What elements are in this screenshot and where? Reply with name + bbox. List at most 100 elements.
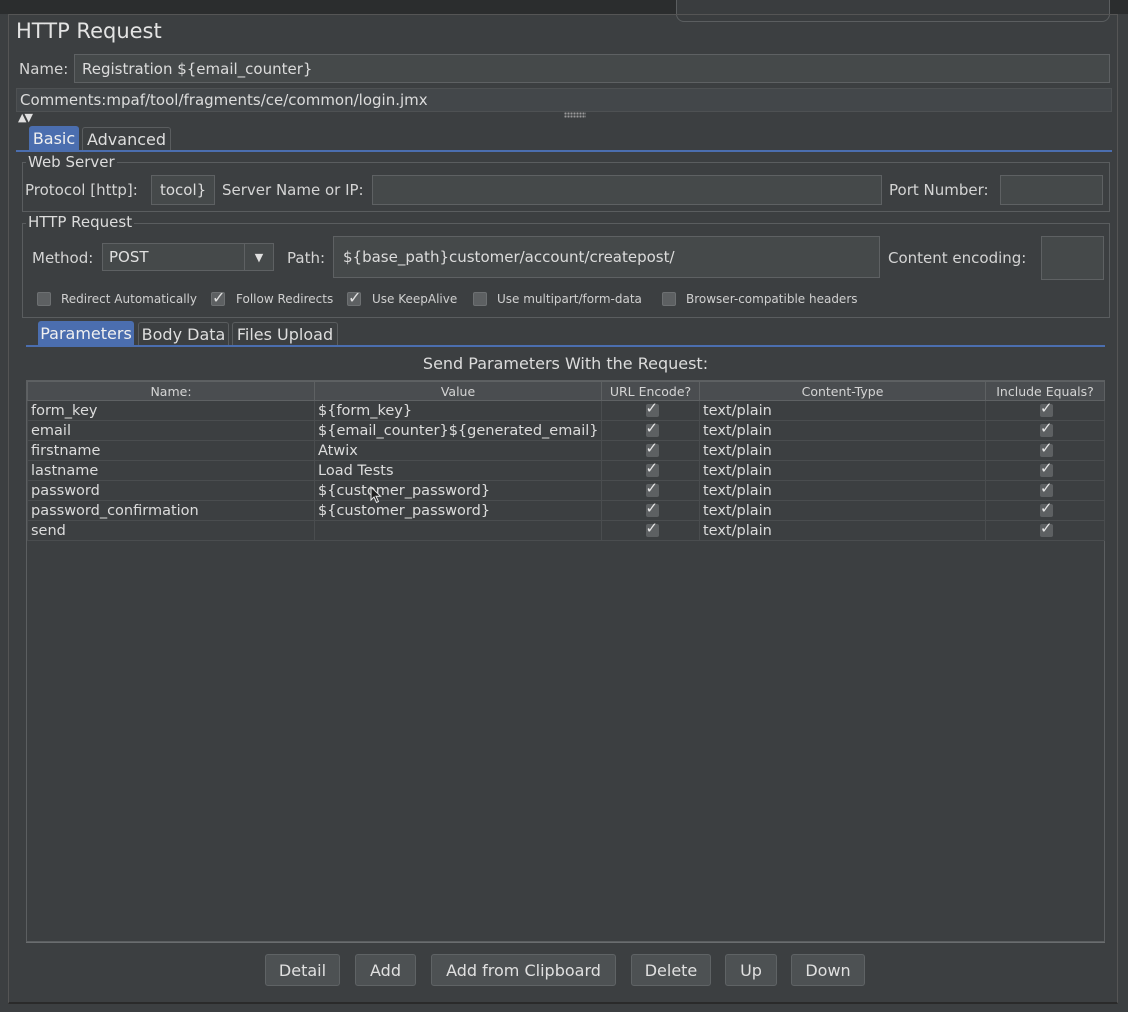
content-type-cell[interactable]: text/plain xyxy=(699,500,986,521)
method-select-value: POST xyxy=(109,248,149,266)
include-equals-cell[interactable] xyxy=(985,460,1105,481)
content-encoding-field[interactable] xyxy=(1041,236,1104,280)
column-header-value[interactable]: Value xyxy=(314,381,602,401)
include-equals-cell[interactable] xyxy=(985,440,1105,461)
param-value-cell[interactable]: Load Tests xyxy=(314,460,602,481)
include-equals-checkbox[interactable] xyxy=(1040,422,1053,437)
redirect-automatically-label: Redirect Automatically xyxy=(61,292,197,306)
content-type-cell[interactable]: text/plain xyxy=(699,460,986,481)
param-name-cell[interactable]: email xyxy=(27,420,315,441)
url-encode-checkbox[interactable] xyxy=(645,522,659,537)
param-name-cell[interactable]: password xyxy=(27,480,315,501)
url-encode-cell[interactable] xyxy=(601,440,700,461)
path-field[interactable]: ${base_path}customer/account/createpost/ xyxy=(333,236,880,278)
include-equals-cell[interactable] xyxy=(985,520,1105,541)
splitter-arrows-icon[interactable]: ▲▼ xyxy=(18,111,33,124)
comments-field[interactable]: Comments: mpaf/tool/fragments/ce/common/l… xyxy=(16,88,1112,112)
web-server-legend: Web Server xyxy=(26,153,117,171)
url-encode-cell[interactable] xyxy=(601,500,700,521)
url-encode-cell[interactable] xyxy=(601,520,700,541)
method-select[interactable]: POST ▼ xyxy=(102,243,274,271)
include-equals-checkbox[interactable] xyxy=(1040,482,1053,497)
content-type-cell[interactable]: text/plain xyxy=(699,520,986,541)
table-row[interactable]: password_confirmation ${customer_passwor… xyxy=(27,500,1105,521)
protocol-field[interactable]: tocol} xyxy=(151,175,215,205)
protocol-field-value: tocol} xyxy=(160,181,207,199)
method-label: Method: xyxy=(32,249,94,267)
include-equals-cell[interactable] xyxy=(985,420,1105,441)
tab-advanced[interactable]: Advanced xyxy=(82,127,171,151)
table-row[interactable]: firstname Atwix text/plain xyxy=(27,440,1105,461)
content-type-cell[interactable]: text/plain xyxy=(699,420,986,441)
column-header-url-encode[interactable]: URL Encode? xyxy=(601,381,700,401)
url-encode-cell[interactable] xyxy=(601,420,700,441)
param-name-cell[interactable]: form_key xyxy=(27,400,315,421)
column-header-include-equals[interactable]: Include Equals? xyxy=(985,381,1105,401)
url-encode-cell[interactable] xyxy=(601,460,700,481)
param-value-cell[interactable]: ${customer_password} xyxy=(314,480,602,501)
url-encode-cell[interactable] xyxy=(601,400,700,421)
table-row[interactable]: lastname Load Tests text/plain xyxy=(27,460,1105,481)
port-number-field[interactable] xyxy=(1000,175,1103,205)
include-equals-checkbox[interactable] xyxy=(1040,402,1053,417)
tab-body-data[interactable]: Body Data xyxy=(138,322,229,346)
url-encode-checkbox[interactable] xyxy=(645,482,659,497)
param-value-cell[interactable]: ${form_key} xyxy=(314,400,602,421)
content-type-cell[interactable]: text/plain xyxy=(699,440,986,461)
up-button[interactable]: Up xyxy=(725,954,777,986)
param-value-cell[interactable] xyxy=(314,520,602,541)
path-label: Path: xyxy=(287,249,326,267)
table-row[interactable]: send text/plain xyxy=(27,520,1105,541)
follow-redirects-checkbox[interactable] xyxy=(211,288,225,307)
redirect-automatically-checkbox[interactable] xyxy=(37,292,51,306)
browser-compatible-headers-checkbox[interactable] xyxy=(662,292,676,306)
table-row[interactable]: email ${email_counter}${generated_email}… xyxy=(27,420,1105,441)
url-encode-cell[interactable] xyxy=(601,480,700,501)
url-encode-checkbox[interactable] xyxy=(645,502,659,517)
content-type-cell[interactable]: text/plain xyxy=(699,480,986,501)
path-field-value: ${base_path}customer/account/createpost/ xyxy=(343,248,675,266)
panel-title: HTTP Request xyxy=(16,19,162,43)
include-equals-checkbox[interactable] xyxy=(1040,502,1053,517)
include-equals-cell[interactable] xyxy=(985,400,1105,421)
use-multipart-label: Use multipart/form-data xyxy=(497,292,642,306)
include-equals-cell[interactable] xyxy=(985,500,1105,521)
tab-basic[interactable]: Basic xyxy=(29,126,79,150)
column-header-name[interactable]: Name: xyxy=(27,381,315,401)
param-name-cell[interactable]: firstname xyxy=(27,440,315,461)
param-value-cell[interactable]: Atwix xyxy=(314,440,602,461)
content-type-cell[interactable]: text/plain xyxy=(699,400,986,421)
include-equals-checkbox[interactable] xyxy=(1040,462,1053,477)
add-from-clipboard-button[interactable]: Add from Clipboard xyxy=(431,954,616,986)
chevron-down-icon[interactable]: ▼ xyxy=(244,244,273,270)
server-name-field[interactable] xyxy=(372,175,882,205)
param-name-cell[interactable]: lastname xyxy=(27,460,315,481)
param-name-cell[interactable]: password_confirmation xyxy=(27,500,315,521)
detail-button[interactable]: Detail xyxy=(265,954,340,986)
tab-files-upload[interactable]: Files Upload xyxy=(232,322,338,346)
add-button[interactable]: Add xyxy=(355,954,416,986)
param-value-cell[interactable]: ${email_counter}${generated_email} xyxy=(314,420,602,441)
name-label: Name: xyxy=(19,60,69,78)
comments-label: Comments: xyxy=(20,91,107,109)
include-equals-checkbox[interactable] xyxy=(1040,442,1053,457)
down-button[interactable]: Down xyxy=(791,954,865,986)
table-row[interactable]: password ${customer_password} text/plain xyxy=(27,480,1105,501)
table-row[interactable]: form_key ${form_key} text/plain xyxy=(27,400,1105,421)
use-keepalive-checkbox[interactable] xyxy=(347,288,361,307)
use-multipart-checkbox[interactable] xyxy=(473,292,487,306)
include-equals-checkbox[interactable] xyxy=(1040,522,1053,537)
splitter-grip-icon[interactable] xyxy=(564,112,586,118)
tab-parameters[interactable]: Parameters xyxy=(38,321,134,345)
params-table-container[interactable]: Name: Value URL Encode? Content-Type Inc… xyxy=(26,380,1105,942)
url-encode-checkbox[interactable] xyxy=(645,462,659,477)
param-name-cell[interactable]: send xyxy=(27,520,315,541)
delete-button[interactable]: Delete xyxy=(631,954,711,986)
include-equals-cell[interactable] xyxy=(985,480,1105,501)
url-encode-checkbox[interactable] xyxy=(645,442,659,457)
url-encode-checkbox[interactable] xyxy=(645,402,659,417)
param-value-cell[interactable]: ${customer_password} xyxy=(314,500,602,521)
column-header-content-type[interactable]: Content-Type xyxy=(699,381,986,401)
name-field[interactable]: Registration ${email_counter} xyxy=(74,54,1110,83)
url-encode-checkbox[interactable] xyxy=(645,422,659,437)
